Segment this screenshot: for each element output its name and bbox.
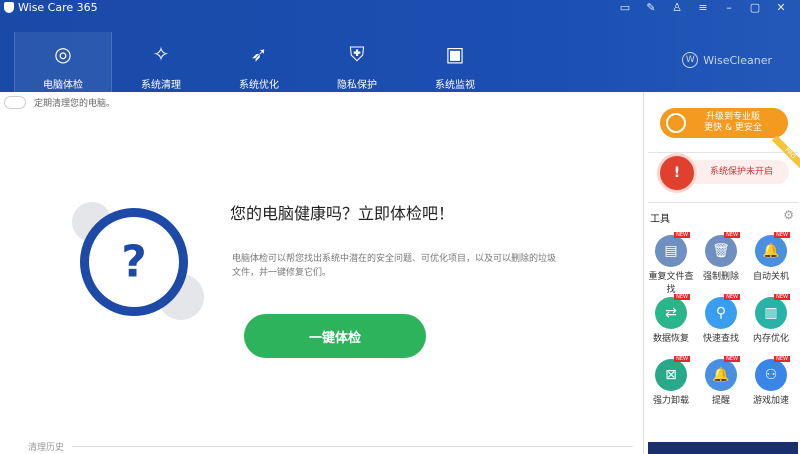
tab-monitor[interactable]: ▣ 系统监视 <box>406 32 504 92</box>
history-label: 清理历史 <box>28 443 65 453</box>
app-title: Wise Care 365 <box>18 1 98 14</box>
tool-item[interactable]: NEW 🔔 提醒 <box>696 356 746 414</box>
minimize-button[interactable]: – <box>716 1 742 14</box>
tab-label: 系统优化 <box>239 80 279 91</box>
description: 电脑体检可以帮您找出系统中潜在的安全问题、可优化项目，以及可以删除的垃圾文件，并… <box>232 254 557 278</box>
tool-label: 强力卸载 <box>652 396 689 406</box>
menu-icon[interactable]: ≡ <box>690 1 716 14</box>
clean-history: 清理历史 <box>28 440 633 453</box>
tool-label: 强制删除 <box>702 272 739 282</box>
new-badge: NEW <box>674 294 690 300</box>
tool-item[interactable]: NEW ▥ 内存优化 <box>746 294 796 352</box>
new-badge: NEW <box>674 356 690 362</box>
tool-icon: ⚇ <box>755 359 787 391</box>
new-badge: NEW <box>774 294 790 300</box>
tab-label: 电脑体检 <box>43 80 83 91</box>
tool-icon: ⇄ <box>655 297 687 329</box>
close-button[interactable]: ✕ <box>768 1 794 14</box>
tab-label: 系统清理 <box>141 80 181 91</box>
rocket-icon <box>666 113 686 133</box>
tool-icon: ⊠ <box>655 359 687 391</box>
tool-icon: 🔔 <box>705 359 737 391</box>
tab-privacy[interactable]: ⛨ 隐私保护 <box>308 32 406 92</box>
one-click-checkup-button[interactable]: 一键体检 <box>244 314 426 358</box>
question-icon: ? <box>121 236 147 288</box>
wisecleaner-logo[interactable]: W WiseCleaner <box>682 52 772 68</box>
schedule-toggle[interactable] <box>4 96 26 109</box>
tool-item[interactable]: NEW ⊠ 强力卸载 <box>646 356 696 414</box>
tool-label: 数据恢复 <box>652 334 689 344</box>
rocket-icon: ➶ <box>250 42 268 66</box>
tool-item[interactable]: NEW ▤ 重复文件查找 <box>646 232 696 295</box>
tab-label: 系统监视 <box>435 80 475 91</box>
promo-banner[interactable] <box>648 442 798 454</box>
new-badge: NEW <box>724 232 740 238</box>
gear-icon[interactable]: ⚙ <box>783 208 794 222</box>
tools-title: 工具 <box>650 214 670 225</box>
header: Wise Care 365 ▭ ✎ ♙ ≡ – ▢ ✕ ◎ 电脑体检 ✧ 系统清理 … <box>0 0 800 92</box>
app-logo-icon <box>4 2 14 13</box>
upgrade-button[interactable]: 升级到专业版 更快 & 更安全 <box>660 108 788 138</box>
main-tabs: ◎ 电脑体检 ✧ 系统清理 ➶ 系统优化 ⛨ 隐私保护 ▣ 系统监视 <box>14 32 504 92</box>
window-controls: ▭ ✎ ♙ ≡ – ▢ ✕ <box>612 1 794 14</box>
headline: 您的电脑健康吗？立即体检吧！ <box>230 204 455 223</box>
radar-icon: ◎ <box>54 42 72 66</box>
tab-label: 隐私保护 <box>337 80 377 91</box>
maximize-button[interactable]: ▢ <box>742 1 768 14</box>
tool-icon: ⚲ <box>705 297 737 329</box>
new-badge: NEW <box>674 232 690 238</box>
shield-lock-icon: ⛨ <box>349 42 365 66</box>
tool-label: 快速查找 <box>702 334 739 344</box>
broom-icon: ✧ <box>152 42 170 66</box>
tool-label: 重复文件查找 <box>648 272 694 295</box>
new-badge: NEW <box>774 232 790 238</box>
tool-item[interactable]: NEW ⚇ 游戏加速 <box>746 356 796 414</box>
tool-label: 自动关机 <box>752 272 789 282</box>
upgrade-title: 升级到专业版 <box>705 112 760 122</box>
new-badge: NEW <box>724 294 740 300</box>
new-badge: NEW <box>724 356 740 362</box>
tool-label: 游戏加速 <box>752 396 789 406</box>
tool-item[interactable]: NEW ⇄ 数据恢复 <box>646 294 696 352</box>
new-badge: NEW <box>774 356 790 362</box>
right-sidebar: 升级到专业版 更快 & 更安全 系统保护未开启 ! PRO 工具 ⚙ NEW ▤ 重… <box>643 92 800 454</box>
monitor-icon: ▣ <box>445 42 465 66</box>
tool-icon: 🔔 <box>755 235 787 267</box>
skin-icon[interactable]: ♙ <box>664 1 690 14</box>
upgrade-subtitle: 更快 & 更安全 <box>704 123 762 133</box>
brand-name: WiseCleaner <box>703 53 772 67</box>
feedback-icon[interactable]: ▭ <box>612 1 638 14</box>
tools-grid: NEW ▤ 重复文件查找 NEW 🗑 强制删除 NEW 🔔 自动关机 NEW ⇄ 数据恢复 NEW ⚲ 快速… <box>646 232 796 414</box>
title-bar: Wise Care 365 <box>4 1 98 14</box>
tab-optimize[interactable]: ➶ 系统优化 <box>210 32 308 92</box>
tool-icon: ▥ <box>755 297 787 329</box>
schedule-label: 定期清理您的电脑。 <box>34 99 116 109</box>
tool-item[interactable]: NEW 🗑 强制删除 <box>696 232 746 290</box>
brand-mark-icon: W <box>682 52 699 68</box>
tab-clean[interactable]: ✧ 系统清理 <box>112 32 210 92</box>
tool-item[interactable]: NEW ⚲ 快速查找 <box>696 294 746 352</box>
schedule-clean-row: 定期清理您的电脑。 <box>4 96 115 109</box>
checkup-illustration: ? <box>68 196 204 326</box>
shield-alert-icon: ! <box>660 156 694 190</box>
edit-icon[interactable]: ✎ <box>638 1 664 14</box>
tool-label: 提醒 <box>711 396 730 406</box>
tool-icon: 🗑 <box>705 235 737 267</box>
tab-checkup[interactable]: ◎ 电脑体检 <box>14 32 112 92</box>
tool-item[interactable]: NEW 🔔 自动关机 <box>746 232 796 290</box>
tool-icon: ▤ <box>655 235 687 267</box>
tool-label: 内存优化 <box>752 334 789 344</box>
